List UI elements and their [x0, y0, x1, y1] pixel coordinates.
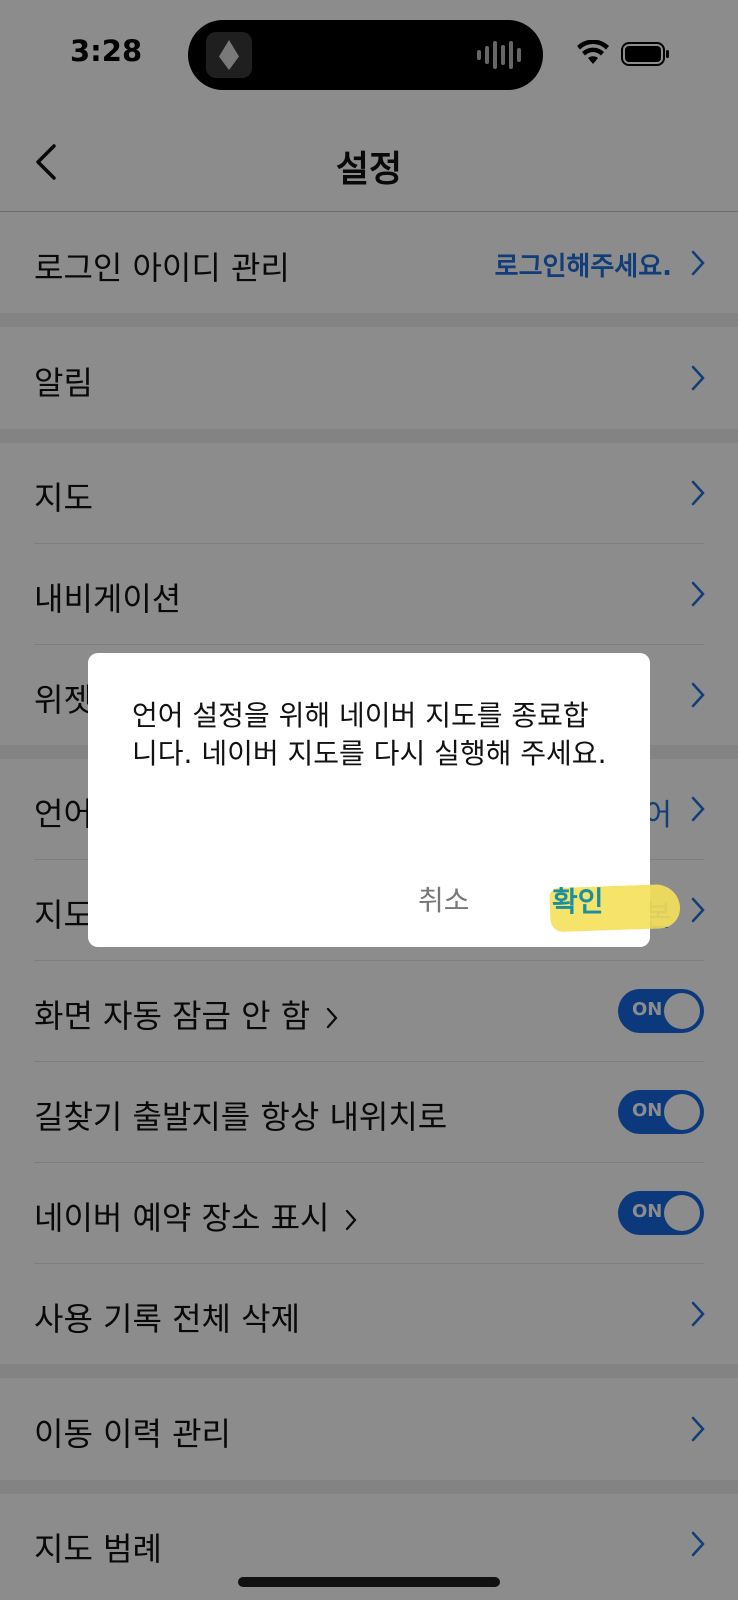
dialog-cancel-button[interactable]: 취소 [418, 879, 470, 919]
dialog-message: 언어 설정을 위해 네이버 지도를 종료합니다. 네이버 지도를 다시 실행해 … [132, 699, 607, 770]
home-indicator[interactable] [238, 1577, 500, 1587]
settings-screen: 3:28 설정 로그인 아이디 관리 로그인해주세요. 알림 지도 내비게이션 … [0, 0, 738, 1600]
dialog-confirm-button[interactable]: 확인 [552, 880, 604, 920]
